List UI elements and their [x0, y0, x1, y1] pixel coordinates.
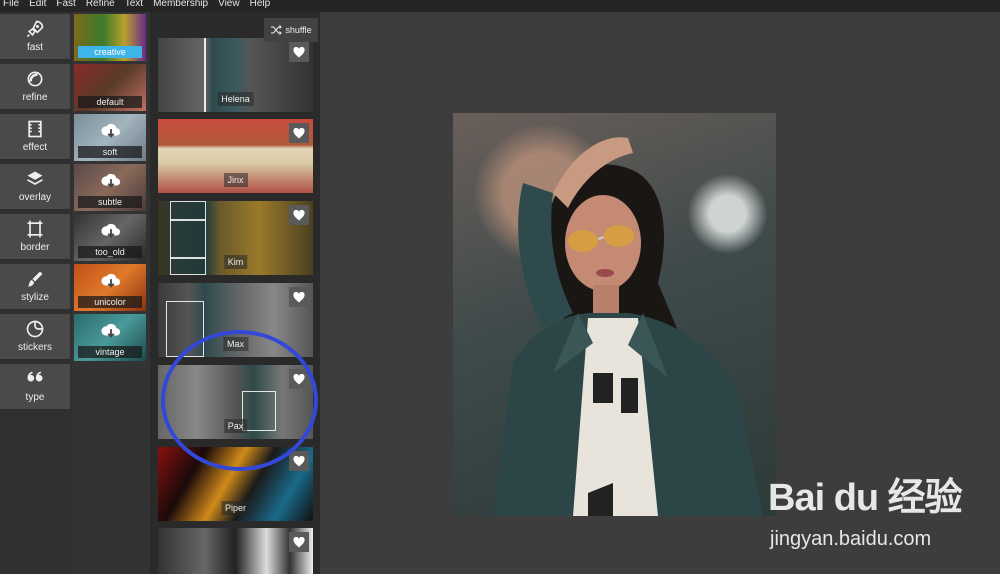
category-label: vintage — [78, 346, 142, 358]
tool-effect[interactable]: effect — [0, 114, 70, 160]
filter-next[interactable] — [158, 528, 313, 574]
category-label: too_old — [78, 246, 142, 258]
favorite-heart-icon[interactable] — [289, 451, 309, 471]
favorite-heart-icon[interactable] — [289, 42, 309, 62]
tool-stylize[interactable]: stylize — [0, 264, 70, 310]
menu-fast[interactable]: Fast — [51, 0, 80, 9]
menu-help[interactable]: Help — [245, 0, 276, 9]
refine-icon — [27, 71, 43, 87]
filter-helena[interactable]: Helena — [158, 38, 313, 112]
shuffle-label: shuffle — [285, 25, 312, 35]
filter-name: Pax — [223, 419, 248, 433]
filter-max[interactable]: Max — [158, 283, 313, 357]
menu-membership[interactable]: Membership — [148, 0, 213, 9]
tool-label: effect — [22, 142, 48, 153]
category-too-old[interactable]: too_old — [74, 214, 146, 261]
tool-stickers[interactable]: stickers — [0, 314, 70, 360]
favorite-heart-icon[interactable] — [289, 123, 309, 143]
filter-pax[interactable]: Pax — [158, 365, 313, 439]
cloud-download-icon — [101, 223, 121, 238]
tool-overlay[interactable]: overlay — [0, 164, 70, 210]
filter-kim[interactable]: Kim — [158, 201, 313, 275]
tool-border[interactable]: border — [0, 214, 70, 260]
layers-icon — [27, 171, 43, 185]
tool-type[interactable]: type — [0, 364, 70, 410]
cloud-download-icon — [101, 323, 121, 338]
quote-icon — [27, 371, 43, 382]
favorite-heart-icon[interactable] — [289, 369, 309, 389]
tool-label: stylize — [21, 292, 49, 303]
category-default[interactable]: default — [74, 64, 146, 111]
category-unicolor[interactable]: unicolor — [74, 264, 146, 311]
tool-label: overlay — [18, 192, 52, 203]
filter-name: Max — [222, 337, 249, 351]
favorite-heart-icon[interactable] — [289, 532, 309, 552]
filter-list: shuffle Helena Jinx Kim Max Pax Piper — [150, 12, 320, 574]
menu-file[interactable]: File — [0, 0, 24, 9]
film-icon — [28, 120, 42, 138]
menu-bar: File Edit Fast Refine Text Membership Vi… — [0, 0, 1000, 12]
tool-label: border — [20, 242, 50, 253]
menu-edit[interactable]: Edit — [24, 0, 51, 9]
tool-fast[interactable]: fast — [0, 14, 70, 60]
favorite-heart-icon[interactable] — [289, 205, 309, 225]
category-subtle[interactable]: subtle — [74, 164, 146, 211]
tool-label: fast — [26, 42, 44, 53]
tool-label: stickers — [18, 342, 52, 353]
favorite-heart-icon[interactable] — [289, 287, 309, 307]
shuffle-icon — [271, 25, 283, 35]
category-label: default — [78, 96, 142, 108]
filter-name: Helena — [217, 92, 254, 106]
shuffle-button[interactable]: shuffle — [264, 18, 318, 42]
category-label: subtle — [78, 196, 142, 208]
cloud-download-icon — [101, 173, 121, 188]
menu-text[interactable]: Text — [120, 0, 148, 9]
category-soft[interactable]: soft — [74, 114, 146, 161]
editor-canvas[interactable] — [320, 12, 1000, 574]
rocket-icon — [26, 20, 44, 38]
category-label: unicolor — [78, 296, 142, 308]
tool-label: type — [25, 392, 45, 403]
brush-icon — [28, 271, 43, 287]
photo-preview[interactable] — [453, 113, 776, 516]
tool-label: refine — [22, 92, 48, 103]
menu-refine[interactable]: Refine — [81, 0, 120, 9]
category-list: creative default soft subtle too_old uni… — [72, 12, 150, 574]
tool-refine[interactable]: refine — [0, 64, 70, 110]
tool-sidebar: fast refine effect overlay border styliz… — [0, 12, 72, 574]
filter-jinx[interactable]: Jinx — [158, 119, 313, 193]
cloud-download-icon — [101, 123, 121, 138]
category-creative[interactable]: creative — [74, 14, 146, 61]
sticker-icon — [26, 320, 44, 338]
filter-name: Kim — [223, 255, 248, 269]
category-vintage[interactable]: vintage — [74, 314, 146, 361]
filter-name: Jinx — [223, 173, 248, 187]
portrait-illustration — [493, 137, 763, 516]
category-label: soft — [78, 146, 142, 158]
menu-view[interactable]: View — [213, 0, 245, 9]
filter-name: Piper — [220, 501, 251, 515]
border-icon — [27, 220, 43, 238]
category-label: creative — [78, 46, 142, 58]
filter-piper[interactable]: Piper — [158, 447, 313, 521]
cloud-download-icon — [101, 273, 121, 288]
